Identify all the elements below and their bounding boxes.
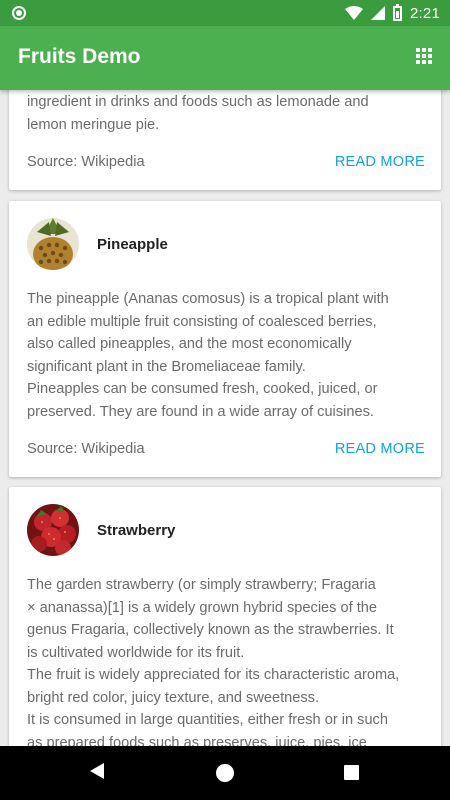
strawberry-avatar [27, 504, 79, 556]
description-line: × ananassa)[1] is a widely grown hybrid … [27, 599, 378, 616]
description-line: preserved. They are found in a wide arra… [27, 403, 374, 420]
card-footer: Source: Wikipedia READ MORE [27, 154, 425, 176]
description-line: bright red color, juicy texture, and swe… [27, 689, 320, 706]
description-line: significant plant in the Bromeliaceae fa… [27, 358, 306, 375]
wifi-icon [345, 6, 363, 20]
description-line: lemon meringue pie. [27, 116, 160, 133]
source-label: Source: Wikipedia [27, 154, 145, 170]
status-icons: 2:21 [345, 3, 440, 23]
source-label: Source: Wikipedia [27, 441, 145, 457]
notification-icon [12, 6, 26, 20]
recents-icon[interactable] [344, 765, 359, 780]
fruit-card: Strawberry The garden strawberry (or sim… [9, 487, 441, 746]
fruit-card: Pineapple The pineapple (Ananas comosus)… [9, 201, 441, 477]
card-header: Strawberry [27, 503, 175, 557]
fruit-description: The pineapple (Ananas comosus) is a trop… [27, 288, 425, 423]
description-line: The fruit is widely appreciated for its … [27, 667, 400, 683]
cell-signal-icon [371, 6, 385, 20]
description-line: as prepared foods such as preserves, jui… [27, 734, 367, 747]
description-line: is cultivated worldwide for its fruit. [27, 644, 245, 661]
read-more-button[interactable]: READ MORE [335, 154, 425, 170]
fruit-card: ingredient in drinks and foods such as l… [9, 90, 441, 190]
app-bar: Fruits Demo [0, 26, 450, 90]
battery-icon [393, 3, 402, 21]
fruit-description: ingredient in drinks and foods such as l… [27, 91, 425, 136]
pineapple-avatar [27, 218, 79, 270]
description-line: Pineapples can be consumed fresh, cooked… [27, 381, 378, 397]
card-header: Pineapple [27, 217, 168, 271]
description-line: also called pineapples, and the most eco… [27, 336, 352, 352]
navigation-bar [0, 746, 450, 800]
description-line: The pineapple (Ananas comosus) is a trop… [27, 291, 389, 307]
grid-view-icon[interactable] [416, 48, 434, 66]
read-more-button[interactable]: READ MORE [335, 441, 425, 457]
back-icon[interactable] [90, 763, 104, 779]
status-time: 2:21 [410, 4, 440, 22]
fruit-description: The garden strawberry (or simply strawbe… [27, 574, 425, 746]
fruit-list[interactable]: ingredient in drinks and foods such as l… [0, 90, 450, 746]
description-line: The garden strawberry (or simply strawbe… [27, 577, 376, 593]
status-bar: 2:21 [0, 0, 450, 26]
fruit-name: Strawberry [97, 521, 176, 539]
app-title: Fruits Demo [18, 45, 141, 68]
description-line: an edible multiple fruit consisting of c… [27, 313, 377, 330]
home-icon[interactable] [216, 764, 234, 782]
description-line: ingredient in drinks and foods such as l… [27, 94, 369, 110]
description-line: It is consumed in large quantities, eith… [27, 712, 388, 728]
fruit-name: Pineapple [97, 235, 168, 253]
description-line: genus Fragaria, collectively known as th… [27, 622, 394, 638]
card-footer: Source: Wikipedia READ MORE [27, 441, 425, 463]
